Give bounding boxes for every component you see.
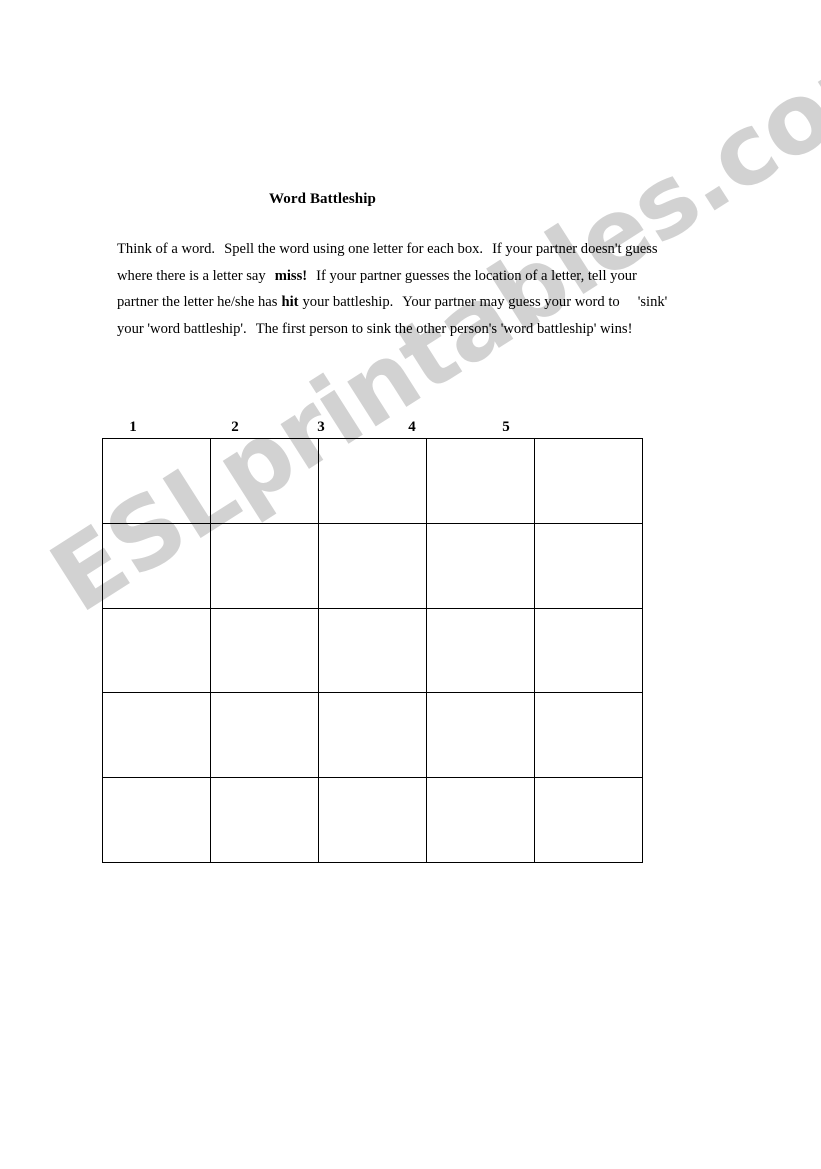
grid-cell[interactable] [534, 438, 643, 524]
instructions-line-4-part-b: The first person to sink the other perso… [255, 320, 633, 337]
instructions-line-2-part-b: If your partner guesses the location of … [316, 267, 637, 284]
instructions-line-1: Think of a word. Spell the word using one… [117, 236, 721, 263]
grid-column-header-1: 1 [129, 419, 137, 435]
instructions-paragraph: Think of a word. Spell the word using one… [117, 236, 721, 342]
grid-cell[interactable] [102, 692, 211, 779]
battleship-grid [102, 438, 643, 863]
grid-cell[interactable] [534, 607, 643, 694]
grid-column-header-5: 5 [502, 419, 510, 435]
grid-cell[interactable] [102, 438, 211, 524]
grid-cell[interactable] [210, 522, 319, 609]
instructions-line-4: your 'word battleship'. The first person … [117, 316, 721, 343]
grid-cell[interactable] [210, 692, 319, 779]
grid-cell[interactable] [318, 607, 427, 694]
grid-cell[interactable] [102, 777, 211, 863]
grid-cell[interactable] [426, 692, 535, 779]
instructions-line-1-part-c: If your partner doesn't guess [492, 241, 658, 257]
grid-cell[interactable] [318, 438, 427, 524]
grid-cell[interactable] [426, 438, 535, 524]
grid-column-header-3: 3 [317, 419, 325, 435]
grid-cell[interactable] [102, 607, 211, 694]
grid-cell[interactable] [534, 692, 643, 779]
instructions-line-1-part-b: Spell the word using one letter for each… [224, 241, 484, 257]
instructions-line-3-part-a: partner the letter he/she has [117, 294, 278, 311]
table-row [102, 777, 643, 863]
grid-cell[interactable] [534, 522, 643, 609]
table-row [102, 438, 643, 524]
instructions-line-2-part-a: where there is a letter say [117, 267, 266, 284]
grid-cell[interactable] [534, 777, 643, 863]
grid-column-header-4: 4 [408, 419, 416, 435]
grid-cell[interactable] [210, 777, 319, 863]
keyword-hit: hit [281, 294, 299, 311]
grid-cell[interactable] [318, 777, 427, 863]
instructions-line-3: partner the letter he/she has hit your bat… [117, 289, 721, 316]
instructions-line-1-part-a: Think of a word. [117, 241, 216, 257]
grid-cell[interactable] [318, 522, 427, 609]
grid-cell[interactable] [426, 522, 535, 609]
instructions-line-3-part-d: 'sink' [637, 294, 668, 311]
grid-cell[interactable] [102, 522, 211, 609]
grid-cell[interactable] [426, 777, 535, 863]
instructions-line-4-part-a: your 'word battleship'. [117, 320, 247, 337]
grid-column-headers: 1 2 3 4 5 [0, 417, 821, 437]
keyword-miss: miss! [274, 267, 308, 284]
instructions-line-2: where there is a letter say miss! If your … [117, 263, 721, 290]
grid-cell[interactable] [318, 692, 427, 779]
grid-cell[interactable] [426, 607, 535, 694]
table-row [102, 692, 643, 779]
battleship-grid-body [102, 438, 643, 863]
table-row [102, 607, 643, 694]
worksheet-page: Word Battleship Think of a word. Spell th… [0, 0, 821, 1169]
grid-column-header-2: 2 [231, 419, 239, 435]
grid-cell[interactable] [210, 607, 319, 694]
instructions-line-3-part-b: your battleship. [302, 294, 394, 311]
page-title: Word Battleship [269, 191, 376, 207]
grid-cell[interactable] [210, 438, 319, 524]
instructions-line-3-part-c: Your partner may guess your word to [402, 294, 620, 311]
table-row [102, 522, 643, 609]
